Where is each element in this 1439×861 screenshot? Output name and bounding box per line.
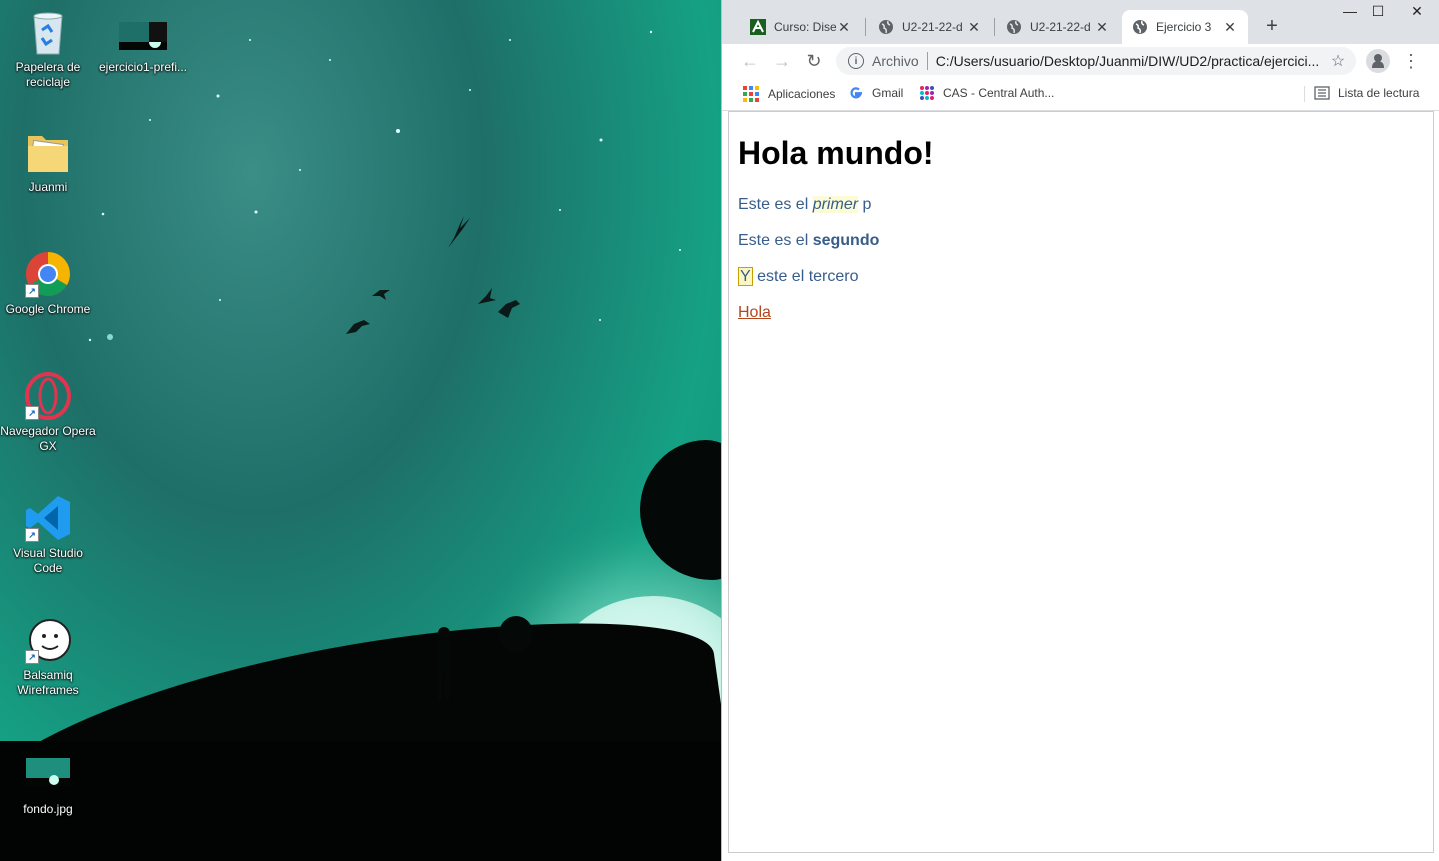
bookmark-label: Gmail (872, 86, 904, 100)
desktop-icon-recycle-bin[interactable]: Papelera de reciclaje (0, 8, 96, 90)
paragraph-text: este el tercero (752, 268, 859, 285)
desktop-icon-label: Balsamiq Wireframes (17, 668, 79, 697)
close-icon[interactable]: ✕ (966, 19, 982, 36)
desktop-icon-opera-gx[interactable]: ↗ Navegador Opera GX (0, 372, 96, 454)
desktop-icon-juanmi-folder[interactable]: Juanmi (0, 128, 96, 195)
bookmark-cas[interactable]: CAS - Central Auth... (919, 85, 1054, 101)
desktop-icon-label: Visual Studio Code (13, 546, 83, 575)
image-file-icon (24, 750, 72, 798)
maximize-button[interactable]: ☐ (1362, 0, 1394, 22)
bookmarks-bar: Aplicaciones Gmail CAS - Central Auth...… (722, 78, 1439, 111)
paragraph-text: Este es el (738, 196, 813, 213)
tab-title: U2-21-22-d (1030, 20, 1091, 34)
forward-button[interactable]: → (770, 49, 794, 73)
tab-title: U2-21-22-d (902, 20, 963, 34)
desktop-icon-ejercicio1[interactable]: ejercicio1-prefi... (95, 8, 191, 75)
balloon-silhouette (477, 616, 533, 681)
close-icon[interactable]: ✕ (1222, 19, 1238, 36)
shortcut-arrow-icon: ↗ (25, 406, 39, 420)
tab-separator (865, 18, 866, 36)
close-icon[interactable]: ✕ (1094, 19, 1110, 36)
boxed-letter: Y (738, 267, 753, 286)
desktop-icon-label: Papelera de reciclaje (15, 60, 81, 89)
omnibox-divider (926, 52, 928, 70)
bookmark-gmail[interactable]: Gmail (848, 85, 903, 101)
tab-curso-diseno[interactable]: Curso: Diseño ✕ (740, 10, 862, 44)
hola-link[interactable]: Hola (738, 304, 771, 322)
folder-icon (24, 128, 72, 176)
tab-title: Curso: Diseño (774, 20, 836, 34)
bookmark-label: CAS - Central Auth... (943, 86, 1055, 100)
tab-separator (994, 18, 995, 36)
address-bar[interactable]: i Archivo C:/Users/usuario/Desktop/Juanm… (836, 47, 1356, 75)
shortcut-arrow-icon: ↗ (25, 284, 39, 298)
kebab-menu-icon[interactable]: ⋮ (1402, 49, 1420, 73)
desktop-icon-label: Juanmi (28, 180, 68, 194)
globe-icon (1132, 19, 1148, 35)
bookmark-label: Aplicaciones (768, 87, 836, 101)
bookmarks-separator (1304, 86, 1305, 102)
opera-gx-icon: ↗ (24, 372, 72, 420)
desktop-icon-vscode[interactable]: ↗ Visual Studio Code (0, 494, 96, 576)
google-icon (848, 85, 864, 101)
vscode-icon: ↗ (24, 494, 72, 542)
image-file-icon (119, 8, 167, 56)
balsamiq-icon: ↗ (24, 616, 72, 664)
page-viewport: Hola mundo! Este es el primer p Este es … (728, 111, 1434, 853)
chrome-icon: ↗ (24, 250, 72, 298)
apps-grid-icon (742, 85, 760, 103)
bookmark-aplicaciones[interactable]: Aplicaciones (742, 85, 835, 103)
close-window-button[interactable]: ✕ (1394, 0, 1439, 22)
arrow-right-icon: → (773, 51, 791, 71)
chrome-window: Curso: Diseño ✕ U2-21-22-d ✕ U2-21-22-d … (721, 0, 1439, 861)
desktop-icon-label: ejercicio1-prefi... (98, 60, 188, 74)
reading-list-icon (1314, 85, 1330, 101)
globe-icon (1006, 19, 1022, 35)
reload-button[interactable]: ↻ (802, 49, 826, 73)
tab-u2-21-22-a[interactable]: U2-21-22-d ✕ (868, 10, 992, 44)
tab-title: Ejercicio 3 (1156, 20, 1212, 34)
profile-avatar-icon[interactable] (1366, 49, 1390, 73)
paragraph-text: p (858, 196, 872, 213)
paragraph-text: Este es el (738, 232, 813, 249)
ground-silhouette (0, 741, 721, 861)
desktop-wallpaper: Papelera de reciclaje ejercicio1-prefi..… (0, 0, 721, 861)
paragraph-2: Este es el segundo (738, 232, 879, 250)
paragraph-1: Este es el primer p (738, 196, 871, 214)
cas-icon (919, 85, 935, 101)
paragraph-3: Y este el tercero (738, 267, 859, 286)
reading-list-label: Lista de lectura (1338, 86, 1420, 100)
emphasis-text: primer (812, 196, 859, 213)
new-tab-button[interactable]: + (1260, 14, 1284, 38)
info-icon[interactable]: i (848, 53, 864, 69)
desktop-icon-label: Google Chrome (5, 302, 91, 316)
strong-text: segundo (812, 232, 880, 249)
desktop-icon-balsamiq[interactable]: ↗ Balsamiq Wireframes (0, 616, 96, 698)
shortcut-arrow-icon: ↗ (25, 528, 39, 542)
scheme-label: Archivo (872, 53, 919, 69)
url-text[interactable]: C:/Users/usuario/Desktop/Juanmi/DIW/UD2/… (936, 53, 1328, 69)
desktop-icon-google-chrome[interactable]: ↗ Google Chrome (0, 250, 96, 317)
globe-icon (878, 19, 894, 35)
recycle-bin-icon (24, 8, 72, 56)
tab-u2-21-22-b[interactable]: U2-21-22-d ✕ (996, 10, 1120, 44)
arrow-left-icon: ← (741, 51, 759, 71)
close-icon[interactable]: ✕ (836, 19, 852, 36)
desktop-icon-label: Navegador Opera GX (0, 424, 96, 453)
reload-icon: ↻ (806, 51, 822, 71)
desktop-icon-label: fondo.jpg (23, 802, 73, 816)
moodle-icon (750, 19, 766, 35)
browser-toolbar: ← → ↻ i Archivo C:/Users/usuario/Desktop… (722, 44, 1439, 78)
tab-ejercicio-3[interactable]: Ejercicio 3 ✕ (1122, 10, 1248, 44)
shortcut-arrow-icon: ↗ (25, 650, 39, 664)
bookmark-star-icon[interactable]: ☆ (1328, 51, 1348, 71)
back-button[interactable]: ← (738, 49, 762, 73)
tab-strip: Curso: Diseño ✕ U2-21-22-d ✕ U2-21-22-d … (722, 0, 1439, 44)
desktop-icon-fondo-jpg[interactable]: fondo.jpg (0, 750, 96, 817)
page-heading: Hola mundo! (738, 135, 934, 171)
reading-list-button[interactable]: Lista de lectura (1314, 85, 1419, 101)
